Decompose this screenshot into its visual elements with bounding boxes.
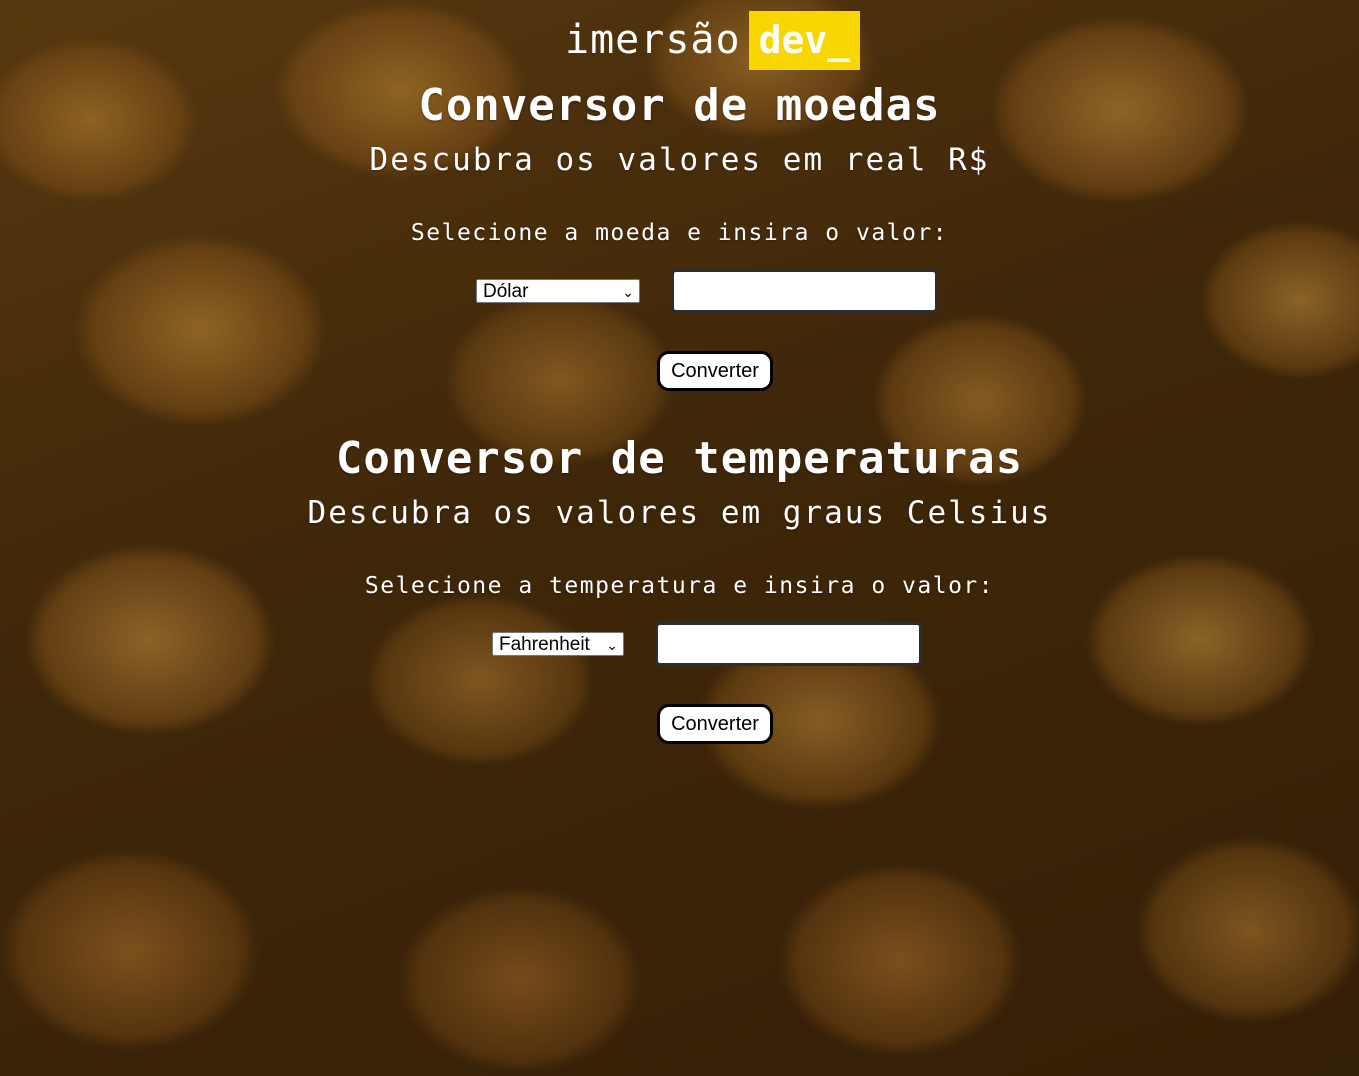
- currency-select[interactable]: Dólar ⌄: [476, 279, 640, 303]
- temperature-select[interactable]: Fahrenheit ⌄: [492, 632, 624, 656]
- chevron-down-icon: ⌄: [606, 637, 618, 653]
- currency-title: Conversor de moedas: [418, 80, 941, 131]
- currency-prompt: Selecione a moeda e insira o valor:: [410, 220, 949, 246]
- temperature-convert-button[interactable]: Converter: [657, 704, 773, 744]
- currency-value-input[interactable]: [671, 269, 938, 313]
- currency-convert-button[interactable]: Converter: [657, 351, 773, 391]
- temperature-value-input[interactable]: [655, 622, 922, 666]
- temperature-select-value: Fahrenheit: [499, 634, 590, 655]
- logo: imersão dev_: [565, 11, 861, 70]
- logo-badge: dev_: [748, 11, 861, 70]
- chevron-down-icon: ⌄: [622, 284, 634, 300]
- temperature-title: Conversor de temperaturas: [335, 433, 1024, 484]
- temperature-subtitle: Descubra os valores em graus Celsius: [307, 495, 1052, 531]
- logo-word: imersão: [565, 17, 741, 63]
- currency-subtitle: Descubra os valores em real R$: [369, 142, 990, 178]
- temperature-prompt: Selecione a temperatura e insira o valor…: [364, 573, 995, 599]
- currency-select-value: Dólar: [483, 281, 529, 302]
